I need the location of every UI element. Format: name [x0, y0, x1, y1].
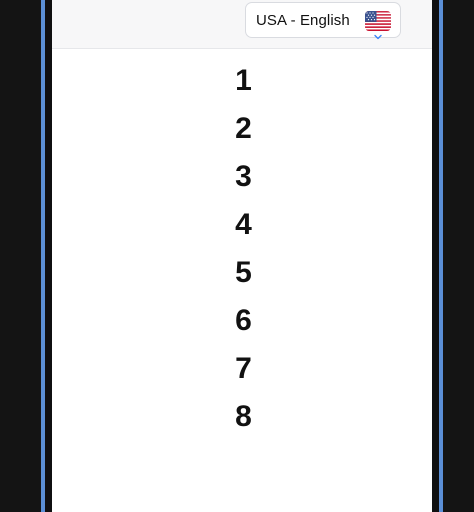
- list-item: 7: [235, 352, 252, 385]
- device-frame-edge-right: [439, 0, 443, 512]
- device-frame: USA - English 1 2 3 4 5 6 7 8: [45, 0, 439, 512]
- list-item: 6: [235, 304, 252, 337]
- stage: USA - English 1 2 3 4 5 6 7 8: [0, 0, 474, 512]
- list-item: 3: [235, 160, 252, 193]
- list-item: 5: [235, 256, 252, 289]
- us-flag-icon: [365, 11, 391, 31]
- list-item: 1: [235, 64, 252, 97]
- number-list: 1 2 3 4 5 6 7 8: [52, 57, 432, 441]
- language-label: USA - English: [256, 12, 350, 29]
- list-item: 2: [235, 112, 252, 145]
- language-selector[interactable]: USA - English: [245, 2, 401, 40]
- list-item: 4: [235, 208, 252, 241]
- app-screen: USA - English 1 2 3 4 5 6 7 8: [52, 0, 432, 512]
- header-bar: USA - English: [52, 0, 432, 49]
- chevron-down-icon: [374, 34, 382, 40]
- list-item: 8: [235, 400, 252, 433]
